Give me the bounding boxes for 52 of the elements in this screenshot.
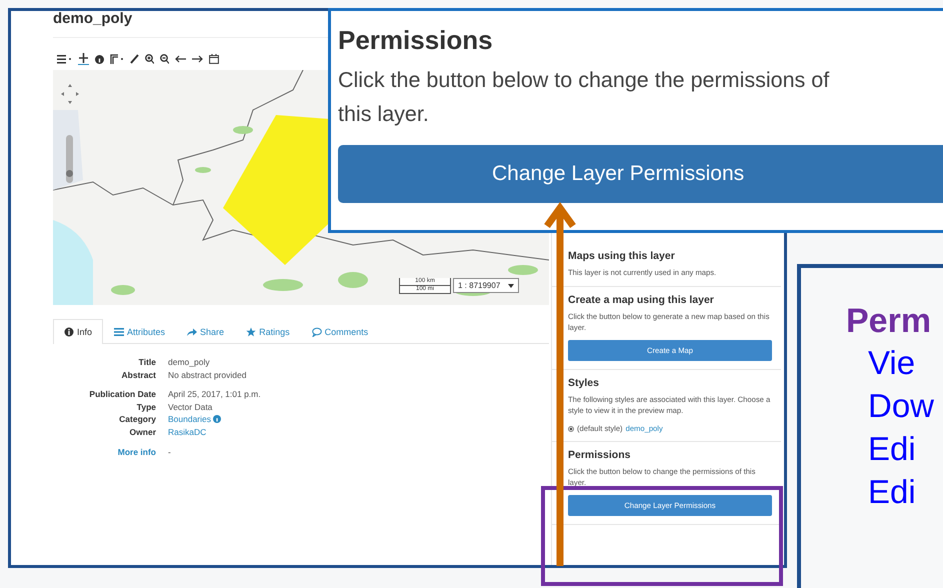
- section-title: Create a map using this layer: [568, 294, 715, 306]
- radio-button[interactable]: [568, 426, 574, 432]
- zoom-slider[interactable]: [66, 135, 73, 183]
- brush-icon[interactable]: [130, 54, 139, 64]
- info-icon: [64, 327, 74, 337]
- comment-icon: [312, 327, 322, 337]
- section-title: Permissions: [568, 449, 632, 461]
- list-icon: [114, 327, 124, 337]
- tab[interactable]: Comments: [300, 319, 380, 344]
- field-link[interactable]: RasikaDC: [168, 426, 206, 438]
- field-value: Vector Data: [168, 400, 212, 413]
- star-icon: [246, 327, 256, 337]
- tab[interactable]: Info: [53, 319, 104, 344]
- field-value: No abstract provided: [168, 368, 246, 381]
- zoom-in-icon[interactable]: [145, 54, 154, 64]
- more-info-link[interactable]: More info: [53, 446, 156, 458]
- legend-item: Vie: [868, 343, 916, 383]
- legend-item: Edi: [868, 472, 917, 512]
- legend-item: Edi: [868, 429, 917, 469]
- field-label: Type: [136, 400, 156, 413]
- legend-title: Perm: [846, 301, 932, 341]
- callout-text: this layer.: [338, 101, 430, 128]
- forward-arrow-icon[interactable]: [192, 55, 203, 63]
- calendar-icon[interactable]: [209, 54, 219, 64]
- field-label: Publication Date: [88, 388, 156, 400]
- caret-icon: [508, 284, 514, 288]
- section-title: Styles: [568, 377, 600, 389]
- tab[interactable]: Share: [176, 319, 236, 344]
- back-arrow-icon[interactable]: [175, 55, 186, 63]
- share-icon: [187, 327, 198, 337]
- field-value: demo_poly: [168, 356, 210, 368]
- info-icon[interactable]: [95, 54, 104, 64]
- move-icon[interactable]: [78, 53, 89, 65]
- zoom-out-icon[interactable]: [160, 54, 169, 64]
- scale-dropdown[interactable]: 1 : 8719907: [453, 278, 520, 293]
- field-label: Category: [118, 413, 156, 426]
- field-label: Title: [138, 356, 156, 368]
- field-value: -: [168, 447, 171, 457]
- field-value: April 25, 2017, 1:01 p.m.: [168, 388, 261, 400]
- field-label: Abstract: [120, 368, 156, 381]
- legend-item: Dow: [868, 386, 936, 426]
- field-link[interactable]: Boundaries: [168, 413, 212, 426]
- tab[interactable]: Attributes: [103, 319, 176, 344]
- section-title: Maps using this layer: [568, 250, 676, 262]
- measure-icon[interactable]: [110, 54, 124, 64]
- field-label: Owner: [128, 426, 156, 438]
- callout-text: Click the button below to change the permissions of: [338, 67, 830, 94]
- tab[interactable]: Ratings: [235, 319, 301, 344]
- menu-icon[interactable]: [57, 54, 72, 64]
- zoom-slider-thumb[interactable]: [66, 170, 73, 177]
- pan-control-icon[interactable]: [61, 84, 79, 104]
- change-permissions-button[interactable]: Change Layer Permissions: [338, 145, 943, 203]
